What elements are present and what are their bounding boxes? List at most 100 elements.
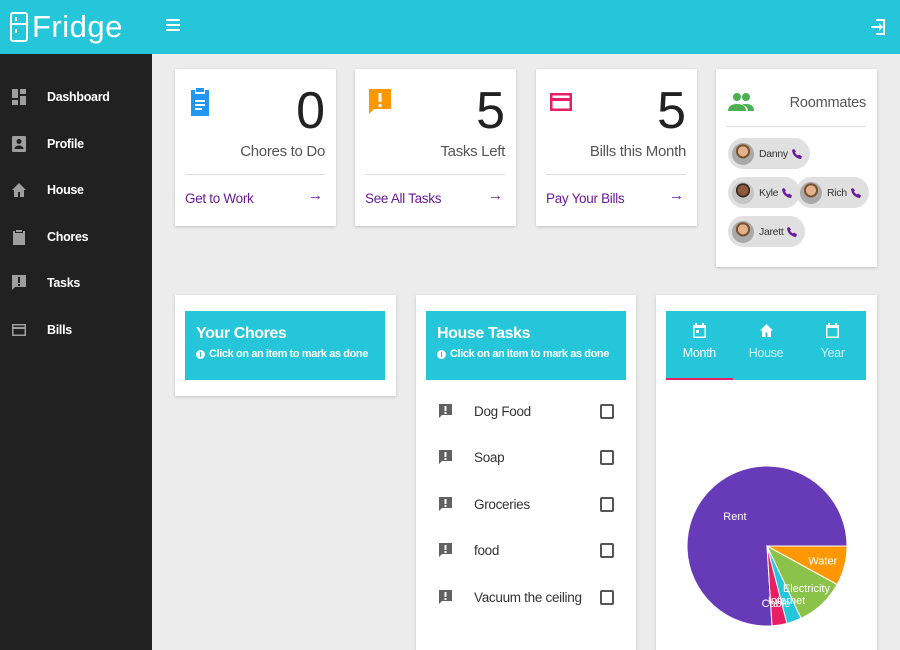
task-icon (369, 87, 391, 117)
task-name: Vacuum the ceiling (474, 589, 582, 605)
clipboard-icon (12, 229, 26, 245)
sidebar: Dashboard Profile House Chores Tasks Bil… (0, 54, 152, 650)
tab-month[interactable]: Month (666, 311, 733, 380)
bills-chart-panel: Month House Year Rent Water Electricity Int… (656, 295, 877, 650)
tab-house[interactable]: House (733, 311, 800, 380)
task-icon (12, 275, 26, 291)
sidebar-item-profile[interactable]: Profile (0, 121, 152, 168)
task-icon (439, 449, 452, 464)
people-icon (728, 91, 754, 113)
task-name: food (474, 542, 500, 558)
phone-icon[interactable] (850, 187, 861, 198)
roommate-chip[interactable]: Kyle (728, 177, 801, 208)
list-item[interactable]: Vacuum the ceiling (416, 574, 636, 620)
home-icon (759, 324, 773, 337)
task-icon (439, 496, 452, 511)
panel-hint: Click on an item to mark as done (196, 348, 385, 360)
your-chores-panel: Your Chores Click on an item to mark as … (175, 295, 396, 396)
your-chores-header: Your Chores Click on an item to mark as … (185, 311, 385, 380)
roommate-name: Danny (759, 147, 788, 160)
logout-icon[interactable] (870, 18, 886, 36)
pay-bills-link[interactable]: Pay Your Bills (546, 191, 625, 206)
divider (726, 126, 866, 127)
bills-caption: Bills this Month (589, 143, 686, 160)
list-item[interactable]: Soap (416, 434, 636, 480)
chores-stat-card: 0 Chores to Do Get to Work → (175, 69, 336, 226)
task-checkbox[interactable] (600, 496, 614, 512)
tab-year[interactable]: Year (799, 311, 866, 380)
sidebar-item-chores[interactable]: Chores (0, 214, 152, 261)
bills-pie-chart: Rent Water Electricity Internet Cable (656, 381, 877, 650)
list-item[interactable]: food (416, 527, 636, 573)
dashboard-icon (12, 89, 26, 106)
arrow-right-icon[interactable]: → (669, 187, 684, 204)
task-icon (439, 589, 452, 604)
list-item[interactable]: Dog Food (416, 388, 636, 434)
pie-label: Electricity (783, 583, 831, 595)
card-icon (12, 322, 26, 338)
tasks-caption: Tasks Left (440, 143, 505, 160)
roommate-chip[interactable]: Rich (796, 177, 869, 208)
roommate-chip[interactable]: Jarett (728, 216, 806, 247)
info-icon (196, 349, 205, 359)
house-tasks-panel: House Tasks Click on an item to mark as … (416, 295, 636, 650)
bills-count: 5 (657, 82, 686, 140)
pie-label: Rent (723, 511, 746, 523)
calendar-icon (692, 323, 706, 338)
get-to-work-link[interactable]: Get to Work (185, 191, 254, 206)
avatar (732, 220, 754, 243)
sidebar-item-tasks[interactable]: Tasks (0, 260, 152, 307)
chores-count: 0 (296, 82, 325, 140)
bills-stat-card: 5 Bills this Month Pay Your Bills → (536, 69, 697, 226)
home-icon (12, 182, 26, 198)
task-icon (439, 403, 452, 418)
tasks-stat-card: 5 Tasks Left See All Tasks → (355, 69, 516, 226)
arrow-right-icon[interactable]: → (488, 187, 503, 204)
roommate-name: Rich (827, 186, 847, 199)
pie-svg: RentWaterElectricityInternetCable (686, 465, 848, 627)
list-item[interactable]: Groceries (416, 481, 636, 527)
pie-label: Water (808, 555, 837, 567)
panel-title: House Tasks (437, 325, 531, 342)
sidebar-item-label: Dashboard (47, 90, 110, 105)
avatar (732, 181, 754, 204)
divider (185, 174, 325, 175)
task-checkbox[interactable] (600, 403, 614, 419)
phone-icon[interactable] (782, 187, 793, 198)
task-name: Soap (474, 449, 505, 465)
task-checkbox[interactable] (600, 449, 614, 465)
sidebar-item-bills[interactable]: Bills (0, 307, 152, 354)
sidebar-item-label: Chores (47, 229, 89, 244)
roommate-name: Jarett (759, 225, 784, 238)
arrow-right-icon[interactable]: → (308, 187, 323, 204)
chores-caption: Chores to Do (240, 143, 325, 160)
fridge-icon (10, 12, 28, 42)
task-icon (439, 542, 452, 557)
task-name: Groceries (474, 496, 530, 512)
task-checkbox[interactable] (600, 589, 614, 605)
see-all-tasks-link[interactable]: See All Tasks (365, 191, 441, 206)
house-tasks-header: House Tasks Click on an item to mark as … (426, 311, 626, 380)
clipboard-icon (189, 87, 211, 117)
sidebar-item-dashboard[interactable]: Dashboard (0, 74, 152, 121)
info-icon (437, 349, 446, 359)
roommates-title: Roommates (789, 95, 867, 111)
pie-label: Cable (762, 598, 791, 610)
tasks-count: 5 (476, 82, 505, 140)
sidebar-item-label: Profile (47, 136, 84, 151)
menu-icon[interactable] (166, 19, 180, 33)
sidebar-item-label: House (47, 183, 84, 198)
top-bar (152, 0, 900, 54)
panel-hint: Click on an item to mark as done (437, 348, 626, 360)
calendar-icon (826, 323, 840, 338)
task-checkbox[interactable] (600, 542, 614, 558)
panel-hint-text: Click on an item to mark as done (450, 348, 609, 360)
divider (365, 174, 505, 175)
phone-icon[interactable] (791, 148, 802, 159)
brand[interactable]: Fridge (0, 0, 152, 54)
sidebar-item-label: Tasks (47, 276, 81, 291)
roommate-chip[interactable]: Danny (728, 138, 810, 169)
tab-label: House (748, 346, 784, 360)
phone-icon[interactable] (787, 226, 798, 237)
sidebar-item-house[interactable]: House (0, 167, 152, 214)
